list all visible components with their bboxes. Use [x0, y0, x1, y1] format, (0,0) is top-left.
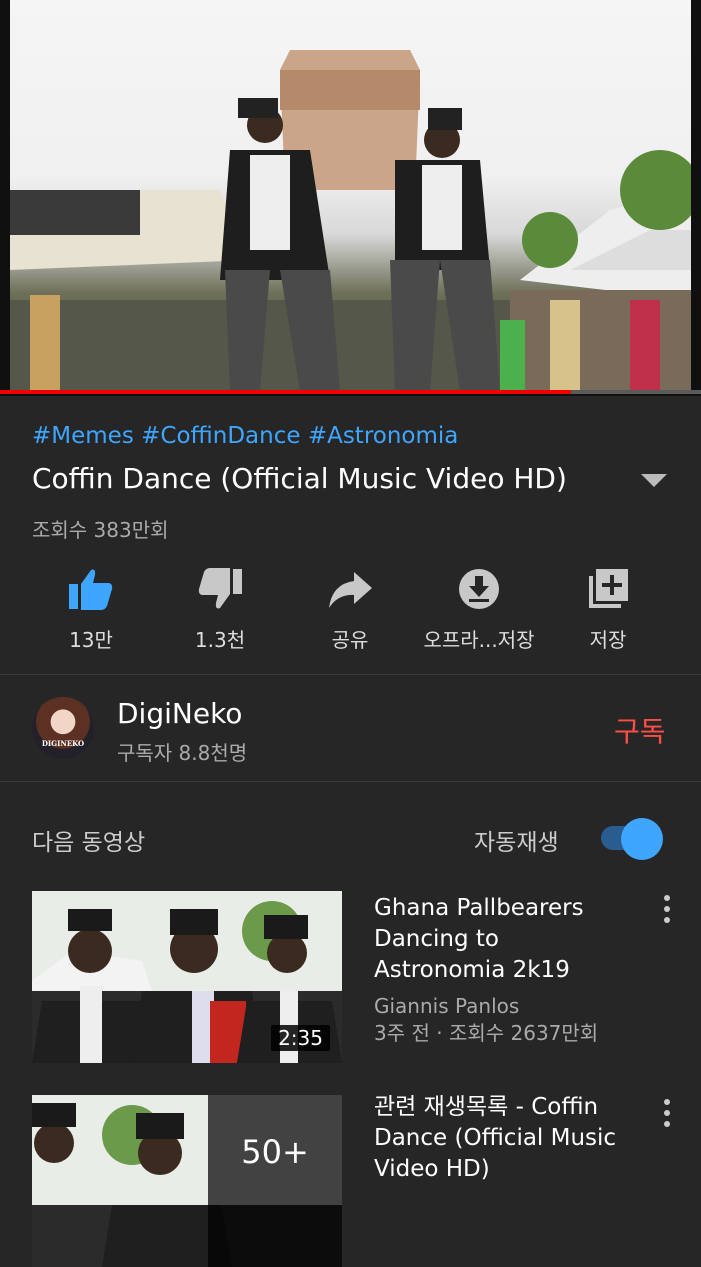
video-player[interactable]	[0, 0, 701, 396]
autoplay-label: 자동재생	[474, 830, 559, 856]
more-options-icon[interactable]	[660, 894, 674, 924]
like-button[interactable]: 13만	[21, 560, 161, 660]
thumbs-down-icon	[198, 568, 242, 609]
related-video-title[interactable]: Ghana Pallbearers Dancing to Astronomia …	[374, 893, 664, 986]
video-duration: 2:35	[271, 1025, 330, 1051]
related-video-thumbnail[interactable]: 2:35	[32, 891, 342, 1063]
thumbs-up-icon	[69, 569, 113, 610]
related-playlist-thumbnail[interactable]: 50+	[32, 1095, 342, 1267]
dislike-button[interactable]: 1.3천	[150, 560, 290, 660]
download-icon	[459, 569, 499, 609]
video-scene-image	[10, 50, 691, 391]
video-hashtags[interactable]: #Memes #CoffinDance #Astronomia	[32, 423, 458, 449]
offline-save-label: 오프라...저장	[423, 628, 535, 652]
save-label: 저장	[589, 628, 627, 652]
progress-fill	[0, 390, 572, 394]
like-count: 13만	[69, 628, 113, 652]
title-line: Astronomia 2k19	[374, 957, 570, 983]
divider	[0, 781, 701, 782]
playlist-video-count: 50+	[241, 1133, 309, 1171]
share-icon	[329, 572, 372, 608]
share-button[interactable]: 공유	[280, 560, 420, 660]
title-line: Dance (Official Music	[374, 1125, 617, 1151]
channel-avatar[interactable]: DIGINEKO	[32, 697, 94, 759]
share-label: 공유	[331, 628, 369, 652]
add-to-playlist-icon	[589, 569, 628, 608]
video-view-count: 조회수 383만회	[32, 518, 169, 542]
related-playlist-title[interactable]: 관련 재생목록 - Coffin Dance (Official Music V…	[374, 1092, 664, 1185]
title-line: Video HD)	[374, 1156, 490, 1182]
expand-description-icon[interactable]	[641, 474, 667, 487]
title-line: 관련 재생목록 - Coffin	[374, 1094, 599, 1120]
divider	[0, 674, 701, 675]
related-video-meta: 3주 전 · 조회수 2637만회	[374, 1021, 599, 1045]
title-line: Dancing to	[374, 926, 499, 952]
playlist-overlay: 50+	[208, 1095, 342, 1267]
up-next-label: 다음 동영상	[32, 830, 146, 856]
dislike-count: 1.3천	[194, 628, 246, 652]
video-frame[interactable]	[10, 0, 691, 391]
related-video-channel: Giannis Panlos	[374, 994, 520, 1018]
avatar-logo-text: DIGINEKO	[41, 739, 85, 748]
video-title: Coffin Dance (Official Music Video HD)	[32, 462, 567, 495]
save-to-playlist-button[interactable]: 저장	[538, 560, 678, 660]
progress-bar[interactable]	[0, 390, 701, 394]
channel-name[interactable]: DigiNeko	[117, 697, 242, 730]
subscriber-count: 구독자 8.8천명	[117, 741, 248, 765]
autoplay-toggle-knob[interactable]	[621, 818, 663, 860]
title-line: Ghana Pallbearers	[374, 895, 584, 921]
subscribe-button[interactable]: 구독	[614, 710, 666, 750]
offline-save-button[interactable]: 오프라...저장	[409, 560, 549, 660]
action-bar: 13만 1.3천 공유 오프라...저장 저장	[0, 560, 701, 660]
more-options-icon[interactable]	[660, 1098, 674, 1128]
